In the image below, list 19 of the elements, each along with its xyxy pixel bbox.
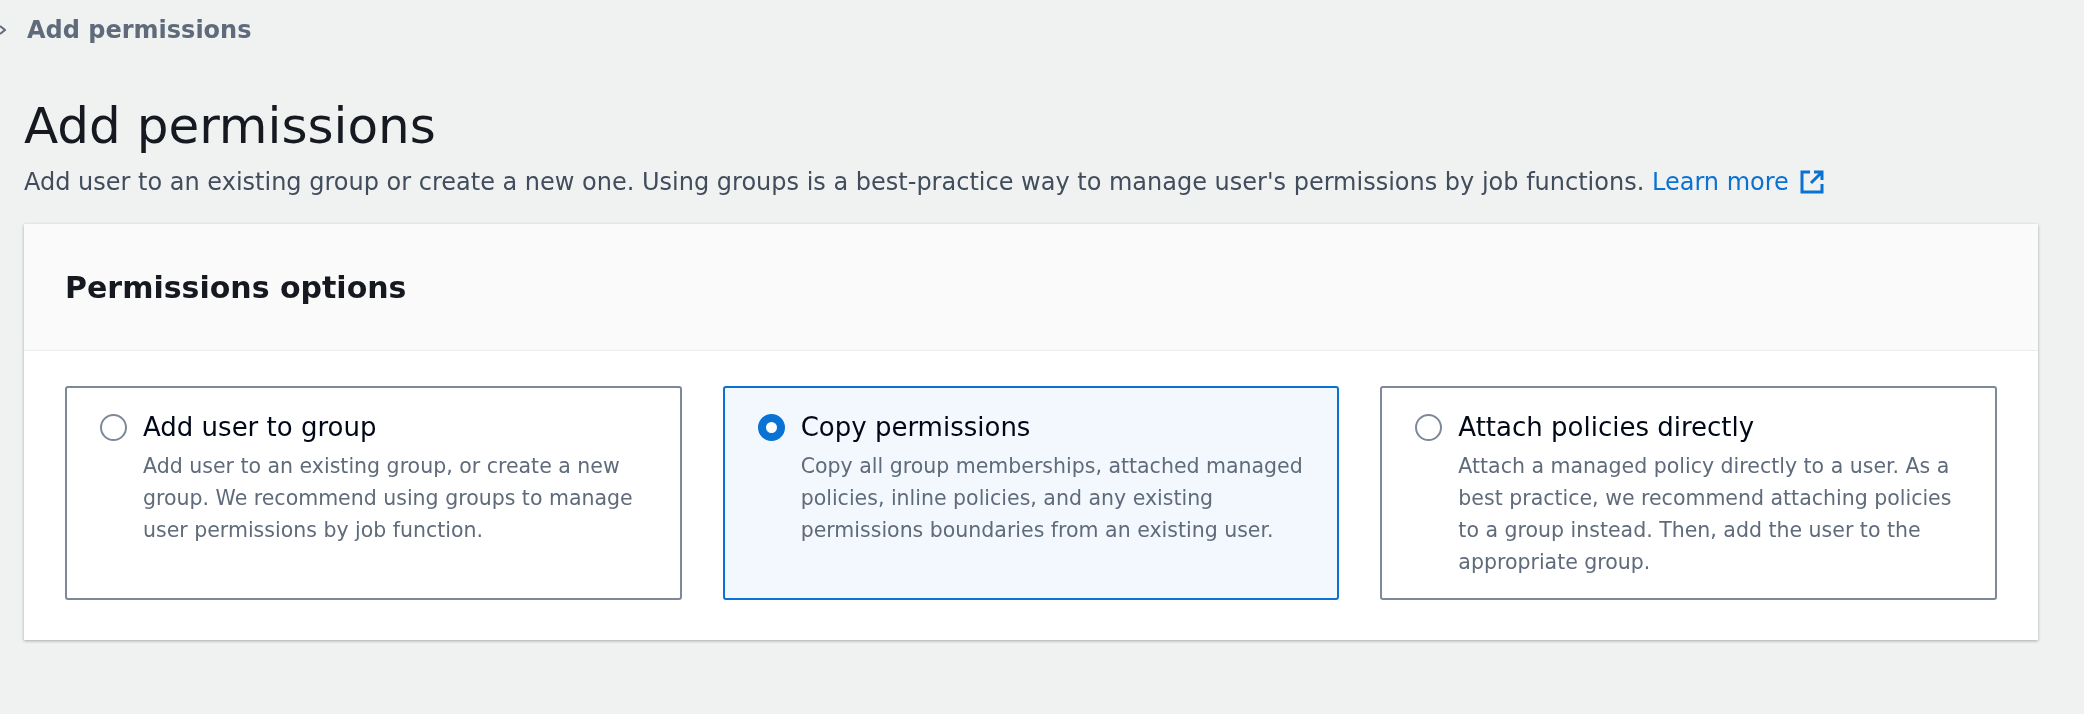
option-label: Attach policies directly — [1458, 411, 1756, 444]
option-tile[interactable]: Copy permissions Copy all group memberships, attached managed policies, inline policies, and any existing permissions boundaries from an existing user. — [722, 386, 1340, 600]
option-label: Copy permissions — [800, 411, 1032, 444]
external-link-icon — [1798, 169, 1825, 195]
page-title: Add permissions — [24, 96, 436, 157]
radio-button[interactable] — [100, 414, 127, 441]
option-description: Copy all group memberships, attached managed policies, inline policies, and any existing permissions boundaries from an existing user. — [800, 453, 1304, 544]
option-description: Attach a managed policy directly to a user. As a best practice, we recommend attaching policies to a group instead. Then, add the user to the appropriate group. — [1458, 453, 1953, 576]
option-tile[interactable]: Add user to group Add user to an existing group, or create a new group. We recommend using groups to manage user permissions by job function. — [65, 386, 682, 600]
page-description: Add user to an existing group or create a new one. Using groups is a best-practice way to manage user's permissions by job functions. — [24, 168, 1645, 196]
option-tile[interactable]: Attach policies directly Attach a managed policy directly to a user. As a best practice, we recommend attaching policies to a group instead. Then, add the user to the appropriate group. — [1380, 386, 1997, 600]
option-description: Add user to an existing group, or create a new group. We recommend using groups to manage user permissions by job function. — [143, 453, 634, 544]
chevron-icon — [0, 24, 6, 36]
learn-more-link[interactable]: Learn more — [1651, 168, 1789, 196]
option-label: Add user to group — [143, 411, 378, 444]
radio-button[interactable] — [1415, 414, 1443, 441]
radio-button[interactable] — [757, 414, 785, 441]
breadcrumb-link[interactable]: Add permissions — [27, 16, 252, 44]
panel-title: Permissions options — [65, 268, 407, 307]
